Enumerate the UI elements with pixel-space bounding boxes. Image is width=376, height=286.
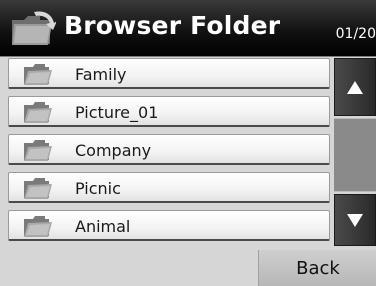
folder-back-icon[interactable] — [10, 10, 56, 48]
list-item[interactable]: Company — [8, 134, 330, 165]
folder-icon — [24, 140, 52, 161]
folder-label: Animal — [75, 217, 131, 236]
folder-icon — [24, 102, 52, 123]
scroll-track[interactable] — [334, 118, 376, 192]
back-button[interactable]: Back — [258, 250, 376, 286]
triangle-up-icon — [347, 81, 363, 94]
page-title: Browser Folder — [64, 11, 281, 40]
back-button-label: Back — [296, 258, 340, 279]
folder-label: Company — [75, 141, 152, 160]
triangle-down-icon — [347, 214, 363, 227]
folder-label: Family — [75, 65, 127, 84]
folder-browser-screen: Browser Folder 01/20 Family Picture_01 C… — [0, 0, 376, 286]
folder-icon — [24, 64, 52, 85]
scroll-column — [334, 58, 376, 246]
scroll-down-button[interactable] — [334, 194, 376, 246]
page-counter: 01/20 — [335, 26, 376, 42]
list-item[interactable]: Picnic — [8, 172, 330, 203]
folder-label: Picnic — [75, 179, 121, 198]
folder-icon — [24, 216, 52, 237]
list-item[interactable]: Picture_01 — [8, 96, 330, 127]
folder-list: Family Picture_01 Company Picnic Animal — [8, 58, 330, 244]
bottom-bar: Back — [0, 250, 376, 286]
list-item[interactable]: Family — [8, 58, 330, 89]
scroll-up-button[interactable] — [334, 58, 376, 116]
list-item[interactable]: Animal — [8, 210, 330, 241]
folder-label: Picture_01 — [75, 103, 159, 122]
header-bar: Browser Folder 01/20 — [0, 0, 376, 57]
folder-icon — [24, 178, 52, 199]
